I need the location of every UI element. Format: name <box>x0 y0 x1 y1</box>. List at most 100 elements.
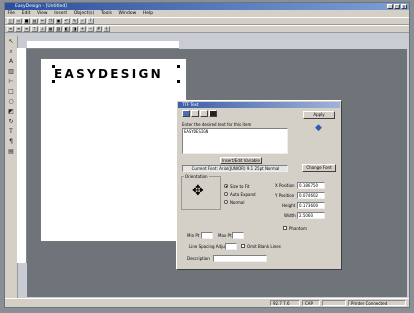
front-icon[interactable]: ◧ <box>63 26 70 32</box>
y-position-label: Y Position <box>275 193 295 198</box>
description-field[interactable] <box>213 255 267 262</box>
text-mode-icon[interactable] <box>182 110 190 117</box>
line-spacing-field[interactable] <box>225 243 237 250</box>
min-pt-label: Min Pt <box>187 233 200 238</box>
size-to-fit-label: Size to Fit <box>230 184 250 189</box>
database-mode-icon[interactable] <box>200 110 208 117</box>
menu-insert[interactable]: Insert <box>52 10 70 17</box>
label-canvas[interactable]: EASYDESIGN <box>40 58 187 242</box>
omit-blank-label: Omit Blank Lines <box>247 244 281 249</box>
menu-file[interactable]: File <box>5 10 18 17</box>
close-button[interactable]: × <box>401 4 407 9</box>
menu-view[interactable]: View <box>34 10 50 17</box>
max-pt-label: Max Pt <box>218 233 232 238</box>
grid-icon[interactable]: # <box>95 26 102 32</box>
phantom-label: Phantom <box>289 226 307 231</box>
title-bar: EasyDesign - [Untitled] _ □ × <box>5 3 409 10</box>
ttf-text-tool-icon[interactable]: T <box>7 128 15 135</box>
rotate-tool-icon[interactable]: ↻ <box>7 118 15 125</box>
window-title: EasyDesign - [Untitled] <box>15 4 67 9</box>
auto-expand-radio[interactable] <box>224 192 228 196</box>
align-bottom-icon[interactable]: ⊥ <box>39 26 46 32</box>
status-coords: 92.7 7.6 <box>270 300 300 306</box>
size-to-fit-radio[interactable] <box>224 184 228 188</box>
copy-icon[interactable]: ❐ <box>47 18 54 24</box>
width-field[interactable]: 2.5060 <box>297 212 325 219</box>
y-position-field[interactable]: 0.074602 <box>297 192 325 199</box>
back-icon[interactable]: ◨ <box>71 26 78 32</box>
check-icon[interactable]: ✓ <box>79 18 86 24</box>
x-position-field[interactable]: 0.186750 <box>297 182 325 189</box>
min-pt-field[interactable] <box>201 232 213 239</box>
max-pt-field[interactable] <box>232 232 244 239</box>
dialog-title: TTF Text <box>178 102 340 108</box>
menu-edit[interactable]: Edit <box>19 10 33 17</box>
menu-objects[interactable]: Object(s) <box>71 10 97 17</box>
box-tool-icon[interactable]: □ <box>7 88 15 95</box>
text-prompt-label: Enter the desired text for this item <box>182 122 252 127</box>
height-field[interactable]: 0.173600 <box>297 202 325 209</box>
open-file-icon[interactable]: ▭ <box>15 18 22 24</box>
align-center-icon[interactable]: ≡ <box>15 26 22 32</box>
new-file-icon[interactable]: ▯ <box>7 18 14 24</box>
paragraph-tool-icon[interactable]: ¶ <box>7 138 15 145</box>
omit-blank-checkbox[interactable] <box>241 244 245 248</box>
normal-label: Normal <box>230 200 245 205</box>
image-tool-icon[interactable]: ◩ <box>7 108 15 115</box>
status-cap: CAP <box>302 300 320 306</box>
cut-icon[interactable]: ✂ <box>39 18 46 24</box>
insert-variable-button[interactable]: Insert/Edit Variable <box>220 157 262 164</box>
orientation-label: Orientation <box>184 174 209 179</box>
status-blank <box>322 300 346 306</box>
barcode-tool-icon[interactable]: ▥ <box>7 68 15 75</box>
serial-mode-icon[interactable] <box>209 110 217 117</box>
label-text-object[interactable]: EASYDESIGN <box>54 67 163 81</box>
ttf-text-dialog: TTF Text Apply ◆ Enter the desired text … <box>176 100 342 270</box>
phantom-checkbox[interactable] <box>283 226 287 230</box>
ruler-icon[interactable]: ┼ <box>103 26 110 32</box>
x-position-label: X Position <box>275 183 295 188</box>
selection-handle[interactable] <box>177 80 180 83</box>
paste-icon[interactable]: ▣ <box>55 18 62 24</box>
help-icon[interactable]: ? <box>87 18 94 24</box>
maximize-button[interactable]: □ <box>394 4 400 9</box>
group-icon[interactable]: ▦ <box>47 26 54 32</box>
menu-bar: File Edit View Insert Object(s) Tools Wi… <box>5 10 409 17</box>
apply-button[interactable]: Apply <box>303 111 335 119</box>
align-top-icon[interactable]: ⊤ <box>31 26 38 32</box>
menu-tools[interactable]: Tools <box>98 10 114 17</box>
text-entry-area[interactable]: EASYDESIGN <box>182 128 288 154</box>
selection-handle[interactable] <box>177 65 180 68</box>
text-tool-icon[interactable]: A <box>7 58 15 65</box>
database-tool-icon[interactable]: ▤ <box>7 148 15 155</box>
status-mode: Printer Connected <box>348 300 406 306</box>
circle-tool-icon[interactable]: ○ <box>7 98 15 105</box>
menu-window[interactable]: Window <box>116 10 139 17</box>
undo-icon[interactable]: ↶ <box>63 18 70 24</box>
menu-help[interactable]: Help <box>140 10 155 17</box>
pointer-icon[interactable]: ↖ <box>7 38 15 45</box>
variable-mode-icon[interactable] <box>191 110 199 117</box>
orientation-arrows-icon[interactable]: ✥ <box>192 183 204 199</box>
selection-handle[interactable] <box>52 80 55 83</box>
align-left-icon[interactable]: ≡ <box>7 26 14 32</box>
description-label: Description <box>187 256 210 261</box>
status-bar: 92.7 7.6 CAP Printer Connected <box>5 298 409 307</box>
normal-radio[interactable] <box>224 200 228 204</box>
change-font-button[interactable]: Change Font <box>302 164 336 172</box>
selection-handle[interactable] <box>52 65 55 68</box>
minimize-button[interactable]: _ <box>387 4 393 9</box>
current-font-info: Current Font: Arial(JUNIOR) 9.1 25pt Nor… <box>182 165 288 172</box>
align-right-icon[interactable]: ≡ <box>23 26 30 32</box>
save-icon[interactable]: ■ <box>23 18 30 24</box>
zoom-icon[interactable]: ⌕ <box>7 48 15 55</box>
ungroup-icon[interactable]: ▧ <box>55 26 62 32</box>
pencil-icon[interactable]: ✎ <box>71 18 78 24</box>
zoom-out-icon[interactable]: − <box>87 26 94 32</box>
help-wizard-icon[interactable]: ◆ <box>315 123 322 133</box>
main-toolbar: ▯ ▭ ■ ▤ ✂ ❐ ▣ ↶ ✎ ✓ ? <box>5 17 409 25</box>
line-tool-icon[interactable]: ⊢ <box>7 78 15 85</box>
print-icon[interactable]: ▤ <box>31 18 38 24</box>
zoom-in-icon[interactable]: + <box>79 26 86 32</box>
line-spacing-label: Line Spacing Adjust <box>189 244 229 249</box>
